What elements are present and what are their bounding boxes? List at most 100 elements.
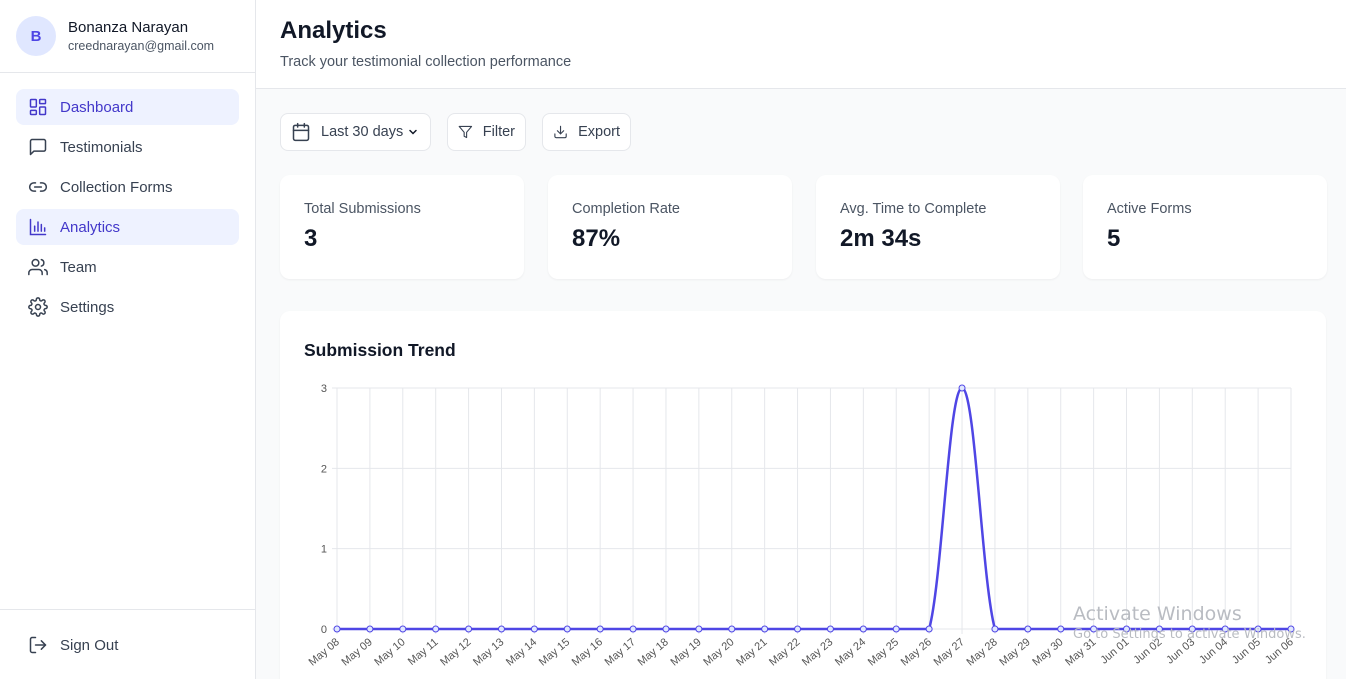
data-point — [991, 625, 999, 633]
stat-card-completion-rate: Completion Rate 87% — [548, 175, 792, 279]
data-point — [465, 625, 473, 633]
stat-label: Completion Rate — [572, 201, 680, 217]
calendar-icon — [292, 122, 310, 142]
data-point — [1123, 625, 1131, 633]
x-tick-label: May 25 — [866, 636, 901, 668]
stat-card-total-submissions: Total Submissions 3 — [280, 175, 524, 279]
sidebar-item-settings[interactable]: Settings — [16, 289, 239, 325]
sidebar-footer: Sign Out — [0, 609, 255, 679]
x-tick-label: May 09 — [339, 636, 374, 668]
stat-label: Active Forms — [1107, 201, 1192, 217]
data-point — [629, 625, 637, 633]
sidebar-item-analytics[interactable]: Analytics — [16, 209, 239, 245]
sidebar-item-label: Testimonials — [60, 138, 143, 156]
x-tick-label: Jun 03 — [1164, 636, 1197, 666]
x-tick-label: Jun 02 — [1131, 636, 1164, 666]
sidebar-item-label: Analytics — [60, 218, 121, 236]
page-title: Analytics — [280, 17, 387, 44]
y-tick-label: 0 — [321, 624, 327, 636]
user-name: Bonanza Narayan — [68, 19, 189, 36]
data-point — [958, 384, 966, 392]
data-point — [925, 625, 933, 633]
data-point — [859, 625, 867, 633]
users-icon — [28, 258, 48, 276]
x-tick-label: May 19 — [668, 636, 703, 668]
data-point — [761, 625, 769, 633]
data-point — [1057, 625, 1065, 633]
date-range-select[interactable]: Last 30 days — [280, 113, 431, 151]
x-tick-label: May 21 — [734, 636, 769, 668]
sidebar: B Bonanza Narayan creednarayan@gmail.com… — [0, 0, 256, 679]
data-point — [432, 625, 440, 633]
submission-trend-card: 0 1 2 3 May 08 May 09 May 10 May 11 May 12 May 13… — [280, 311, 1326, 679]
x-tick-label: Jun 06 — [1263, 636, 1296, 666]
data-point — [596, 625, 604, 633]
log-out-icon — [29, 636, 47, 654]
x-tick-label: May 23 — [800, 636, 835, 668]
avatar: B — [16, 16, 56, 56]
data-point — [563, 625, 571, 633]
stat-value: 5 — [1107, 225, 1121, 252]
data-point — [333, 625, 341, 633]
user-email: creednarayan@gmail.com — [68, 39, 215, 53]
filter-icon — [458, 125, 473, 139]
data-point — [1221, 625, 1229, 633]
x-tick-label: May 24 — [833, 636, 868, 668]
x-tick-label: May 22 — [767, 636, 802, 668]
data-point — [1024, 625, 1032, 633]
sidebar-item-testimonials[interactable]: Testimonials — [16, 129, 239, 165]
sidebar-item-label: Collection Forms — [60, 178, 173, 196]
x-tick-label: May 29 — [997, 636, 1032, 668]
data-point — [794, 625, 802, 633]
x-tick-label: Jun 04 — [1197, 636, 1230, 666]
data-point — [728, 625, 736, 633]
sign-out-button[interactable]: Sign Out — [16, 627, 239, 663]
chart-title: Submission Trend — [304, 340, 456, 360]
sidebar-item-label: Team — [60, 258, 97, 276]
x-tick-label: May 20 — [701, 636, 736, 668]
sign-out-label: Sign Out — [60, 636, 119, 654]
x-tick-label: May 18 — [636, 636, 671, 668]
x-tick-label: May 17 — [603, 636, 638, 668]
x-tick-label: May 15 — [537, 636, 572, 668]
stat-value: 2m 34s — [840, 225, 922, 252]
x-tick-label: May 31 — [1063, 636, 1098, 668]
x-tick-label: May 16 — [570, 636, 605, 668]
x-tick-label: May 13 — [471, 636, 506, 668]
x-tick-label: May 11 — [406, 636, 441, 668]
data-point — [1254, 625, 1262, 633]
stat-card-active-forms: Active Forms 5 — [1083, 175, 1327, 279]
y-tick-label: 2 — [321, 463, 327, 475]
sidebar-item-dashboard[interactable]: Dashboard — [16, 89, 239, 125]
sidebar-item-label: Settings — [60, 298, 115, 316]
x-tick-label: Jun 05 — [1230, 636, 1263, 666]
x-tick-label: May 14 — [504, 636, 539, 668]
link-icon — [28, 182, 48, 192]
x-tick-label: May 08 — [307, 636, 342, 668]
stat-value: 3 — [304, 225, 318, 252]
y-tick-label: 3 — [321, 383, 327, 395]
sidebar-item-team[interactable]: Team — [16, 249, 239, 285]
x-tick-label: May 26 — [899, 636, 934, 668]
page-header: Analytics Track your testimonial collect… — [256, 0, 1346, 89]
message-icon — [29, 138, 47, 156]
sidebar-item-collection-forms[interactable]: Collection Forms — [16, 169, 239, 205]
x-tick-label: May 10 — [372, 636, 407, 668]
y-tick-label: 1 — [321, 544, 327, 556]
sidebar-nav: Dashboard Testimonials Collection Forms … — [16, 89, 239, 329]
data-point — [1188, 625, 1196, 633]
x-tick-label: May 30 — [1030, 636, 1065, 668]
chevron-down-icon — [409, 129, 417, 135]
stat-label: Avg. Time to Complete — [840, 201, 987, 217]
series-line — [337, 386, 1291, 631]
export-button[interactable]: Export — [542, 113, 631, 151]
x-tick-label: May 28 — [965, 636, 1000, 668]
filter-label: Filter — [482, 124, 515, 140]
stat-value: 87% — [572, 225, 621, 252]
filter-button[interactable]: Filter — [447, 113, 526, 151]
stat-card-avg-time: Avg. Time to Complete 2m 34s — [816, 175, 1060, 279]
data-point — [497, 625, 505, 633]
data-point — [695, 625, 703, 633]
sidebar-item-label: Dashboard — [60, 98, 134, 116]
user-profile[interactable]: B Bonanza Narayan creednarayan@gmail.com — [0, 0, 255, 73]
